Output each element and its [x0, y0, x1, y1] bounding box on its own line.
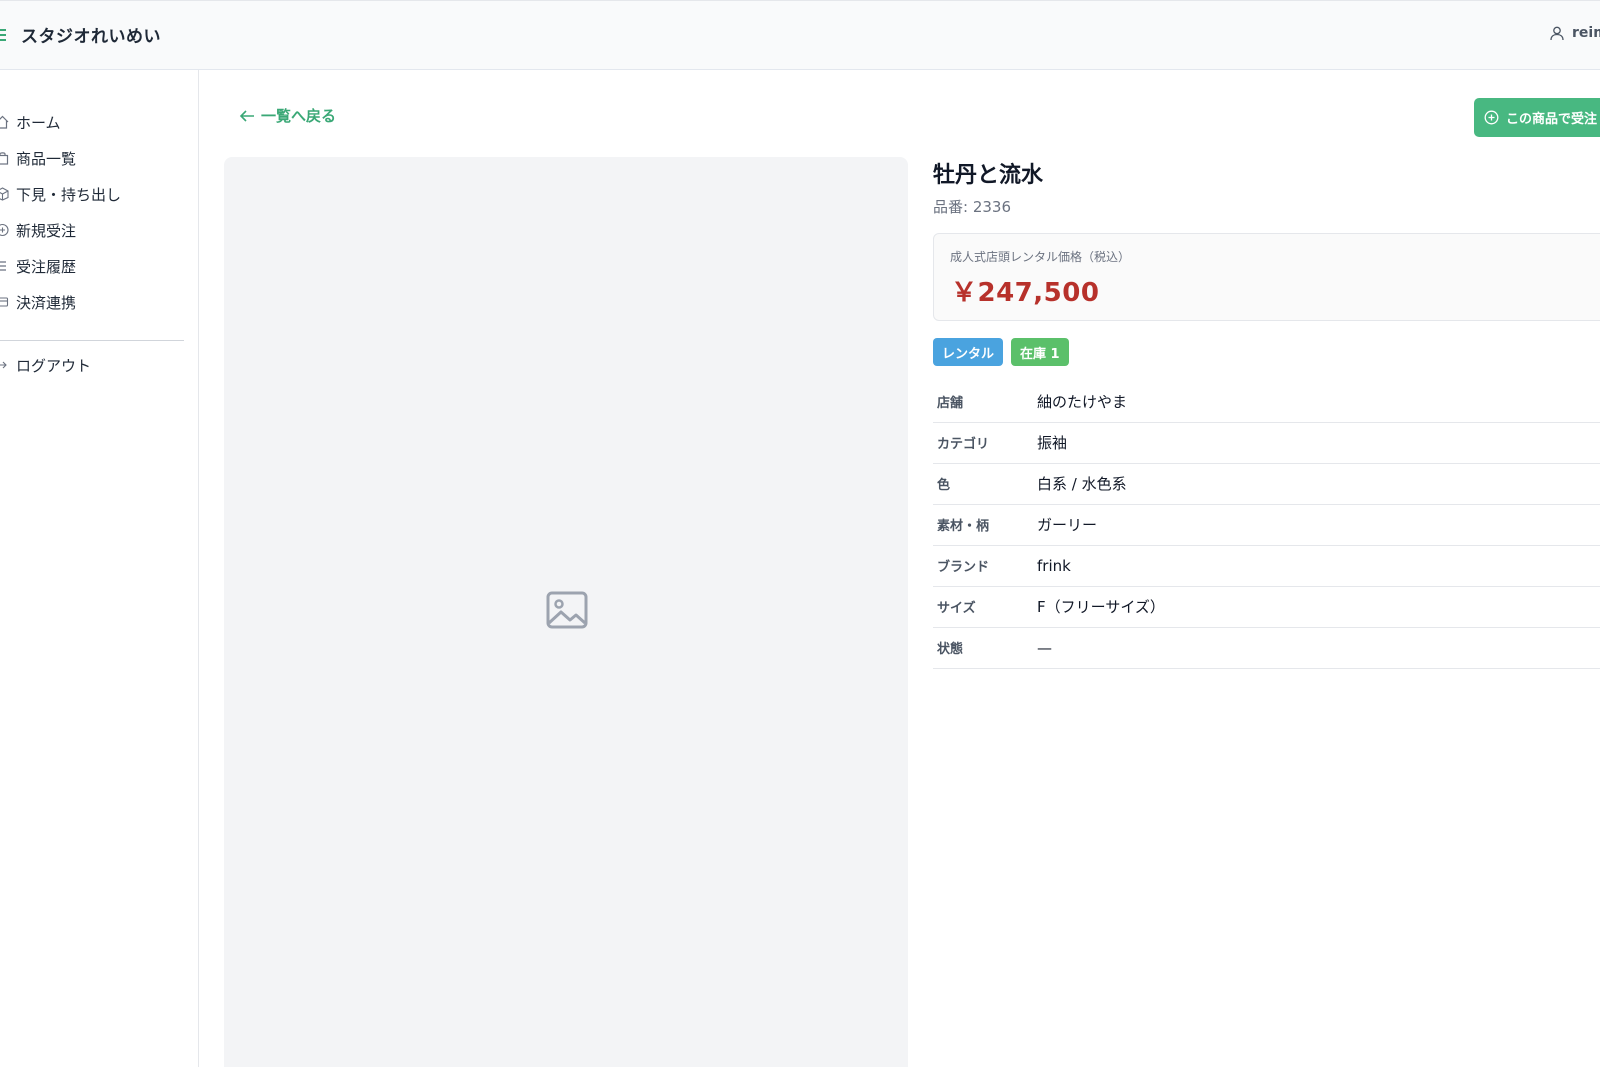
credit-card-icon	[0, 297, 9, 307]
spec-value: 紬のたけやま	[1037, 392, 1128, 411]
product-name: 牡丹と流水	[933, 163, 1044, 188]
image-icon	[546, 591, 588, 629]
badge-group: レンタル 在庫 1	[933, 338, 1069, 366]
sidebar-divider	[0, 340, 184, 341]
plus-circle-icon	[1484, 110, 1499, 125]
spec-key: 店舗	[937, 395, 964, 411]
spec-value: frink	[1037, 556, 1071, 575]
spec-value: F（フリーサイズ）	[1037, 598, 1165, 616]
user-name: reim	[1572, 25, 1600, 41]
stock-badge: 在庫 1	[1011, 338, 1069, 366]
plus-circle-icon	[0, 223, 9, 237]
sidebar-item-preview-checkout[interactable]: 下見・持ち出し	[0, 179, 184, 209]
spec-value: 振袖	[1037, 434, 1068, 452]
user-menu[interactable]: reim	[1550, 25, 1600, 41]
sidebar-item-logout[interactable]: ログアウト	[0, 350, 184, 380]
arrow-left-icon	[239, 109, 254, 122]
table-row: 素材・柄 ガーリー	[933, 504, 1600, 545]
sidebar: ホーム 商品一覧 下見・持ち出し 新規受注 受注履歴 決済連携 ログアウト	[0, 70, 199, 1067]
table-row: 状態 —	[933, 627, 1600, 668]
user-icon	[1550, 26, 1564, 40]
sidebar-item-label: ホーム	[16, 114, 61, 132]
sidebar-item-label: ログアウト	[16, 357, 92, 375]
sidebar-item-label: 商品一覧	[16, 150, 77, 168]
product-code: 品番: 2336	[933, 198, 1011, 216]
sidebar-item-label: 決済連携	[16, 294, 77, 312]
create-order-label: この商品で受注	[1506, 112, 1598, 127]
spec-value: 白系 / 水色系	[1037, 475, 1127, 493]
table-row: カテゴリ 振袖	[933, 422, 1600, 463]
shopping-bag-icon	[0, 152, 9, 165]
spec-table: 店舗 紬のたけやま カテゴリ 振袖 色 白系 / 水色系 素材・柄 ガーリー ブ…	[933, 381, 1600, 669]
list-icon	[0, 261, 6, 271]
table-row: サイズ F（フリーサイズ）	[933, 586, 1600, 627]
app-title: スタジオれいめい	[21, 27, 161, 47]
table-row: 色 白系 / 水色系	[933, 463, 1600, 504]
top-bar: スタジオれいめい reim	[0, 0, 1600, 70]
spec-value: ガーリー	[1037, 516, 1098, 534]
price-value: ￥247,500	[951, 278, 1100, 308]
spec-key: サイズ	[937, 601, 976, 616]
sidebar-item-label: 下見・持ち出し	[16, 186, 122, 204]
spec-key: ブランド	[937, 560, 990, 575]
sidebar-item-order-history[interactable]: 受注履歴	[0, 251, 184, 281]
create-order-button[interactable]: この商品で受注	[1474, 98, 1600, 137]
sidebar-item-label: 受注履歴	[16, 258, 77, 276]
spec-key: 素材・柄	[937, 519, 990, 534]
sidebar-item-home[interactable]: ホーム	[0, 107, 184, 137]
sidebar-item-label: 新規受注	[16, 222, 77, 240]
home-icon	[0, 115, 9, 129]
table-row: 店舗 紬のたけやま	[933, 381, 1600, 422]
spec-key: カテゴリ	[937, 437, 990, 452]
product-image-placeholder	[224, 157, 908, 1067]
spec-key: 状態	[937, 642, 964, 657]
box-icon	[0, 187, 9, 201]
back-to-list-link[interactable]: 一覧へ戻る	[239, 105, 336, 126]
sidebar-item-payment[interactable]: 決済連携	[0, 287, 184, 317]
table-row: ブランド frink	[933, 545, 1600, 586]
menu-icon[interactable]	[0, 28, 6, 42]
spec-key: 色	[937, 478, 951, 493]
back-to-list-label: 一覧へ戻る	[261, 107, 337, 125]
spec-value: —	[1037, 638, 1052, 657]
rental-badge: レンタル	[933, 338, 1004, 366]
price-label: 成人式店頭レンタル価格（税込）	[950, 250, 1131, 264]
sidebar-item-new-order[interactable]: 新規受注	[0, 215, 184, 245]
arrow-right-icon	[0, 361, 7, 369]
price-card: 成人式店頭レンタル価格（税込） ￥247,500	[933, 233, 1600, 321]
sidebar-item-products[interactable]: 商品一覧	[0, 143, 184, 173]
